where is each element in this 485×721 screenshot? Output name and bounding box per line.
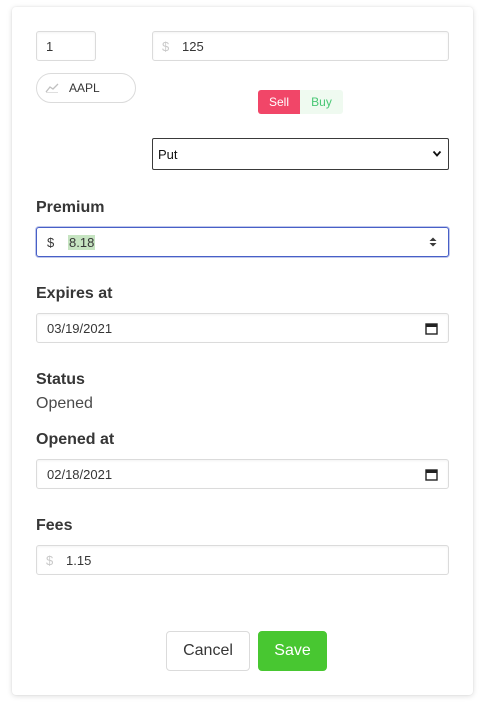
fees-value: 1.15 <box>66 552 92 568</box>
opened-date-input[interactable]: 02/18/2021 <box>36 459 449 489</box>
quantity-value: 1 <box>46 38 54 54</box>
chart-line-icon <box>45 83 59 93</box>
premium-label: Premium <box>36 199 105 216</box>
opened-value: 02/18/2021 <box>47 466 113 482</box>
status-label: Status <box>36 371 85 388</box>
fees-label: Fees <box>36 517 73 534</box>
premium-currency: $ <box>47 234 55 250</box>
option-type-value: Put <box>158 146 178 162</box>
status-value: Opened <box>36 395 93 412</box>
sell-button[interactable]: Sell <box>258 90 300 114</box>
position-form-card <box>12 7 473 695</box>
number-spinner-icon[interactable] <box>428 236 438 251</box>
ticker-pill[interactable]: AAPL <box>36 73 136 103</box>
fees-input[interactable]: $ 1.15 <box>36 545 449 575</box>
fees-currency: $ <box>46 552 54 568</box>
option-type-select[interactable]: Put <box>152 138 449 170</box>
buy-button[interactable]: Buy <box>300 90 343 114</box>
strike-currency: $ <box>162 38 170 54</box>
save-button[interactable]: Save <box>258 631 327 671</box>
opened-label: Opened at <box>36 431 115 448</box>
premium-value: 8.18 <box>68 234 96 250</box>
strike-input[interactable]: $ 125 <box>152 31 449 61</box>
chevron-down-icon <box>432 148 442 163</box>
premium-input[interactable]: $ 8.18 <box>36 227 449 257</box>
calendar-icon[interactable] <box>425 322 438 338</box>
ticker-symbol: AAPL <box>69 81 100 95</box>
calendar-icon[interactable] <box>425 468 438 484</box>
cancel-button[interactable]: Cancel <box>166 631 250 671</box>
strike-value: 125 <box>182 38 204 54</box>
expires-value: 03/19/2021 <box>47 320 113 336</box>
expires-date-input[interactable]: 03/19/2021 <box>36 313 449 343</box>
quantity-input[interactable]: 1 <box>36 31 96 61</box>
expires-label: Expires at <box>36 285 113 302</box>
side-toggle: Sell Buy <box>258 90 343 114</box>
